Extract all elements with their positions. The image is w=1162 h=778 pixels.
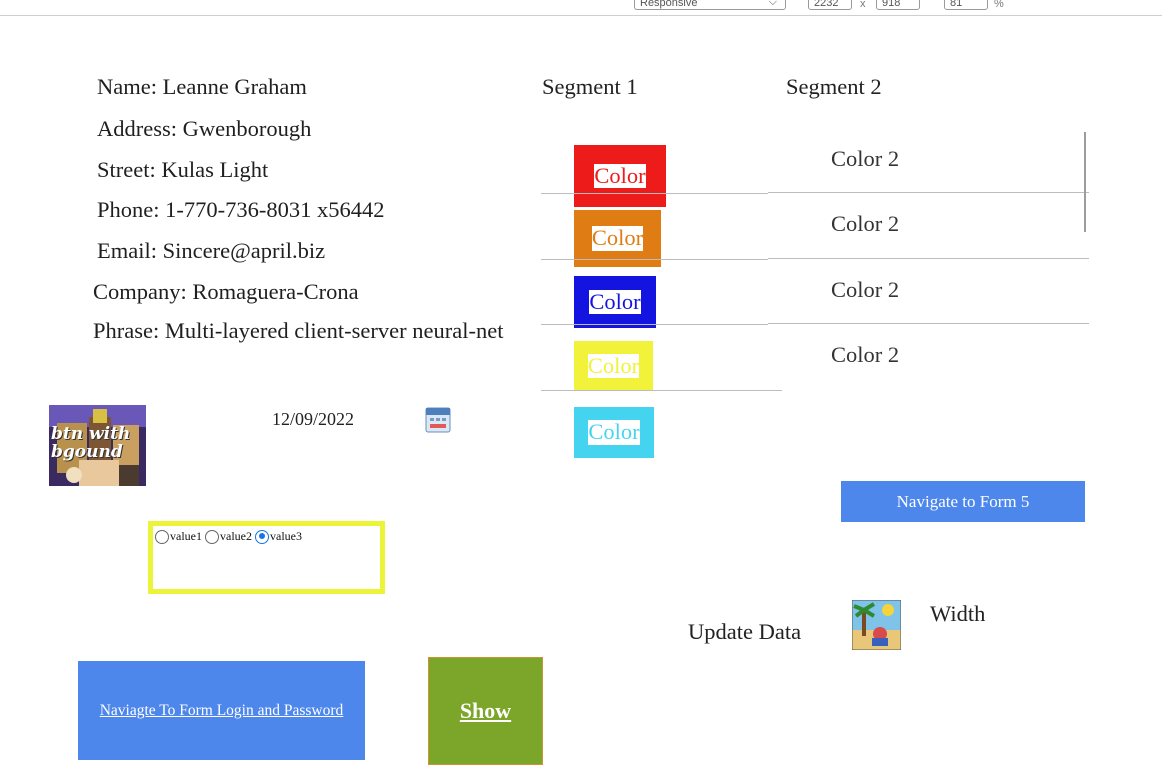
person-phone: Phone: 1-770-736-8031 x56442 <box>97 197 385 222</box>
background-image-button[interactable]: btn with bgound <box>49 405 146 486</box>
segment-2-item[interactable]: Color 2 <box>831 277 899 303</box>
person-email: Email: Sincere@april.biz <box>97 238 326 263</box>
radio-label: value1 <box>170 529 202 543</box>
beach-picture-icon[interactable] <box>852 600 901 650</box>
device-mode-select[interactable]: Responsive ⌵ <box>634 0 786 10</box>
person-street: Street: Kulas Light <box>97 157 269 182</box>
segment-2-divider <box>768 258 1089 259</box>
segment-1-divider <box>541 324 768 325</box>
segment-2-divider <box>768 192 1089 193</box>
person-company: Company: Romaguera-Crona <box>93 279 359 304</box>
segment-2-title: Segment 2 <box>786 74 882 99</box>
radio-value2[interactable] <box>205 529 219 544</box>
radio-value3[interactable] <box>255 529 269 544</box>
thumbnail-caption: btn with bgound <box>51 425 130 461</box>
update-data-label: Update Data <box>688 619 802 644</box>
person-name: Name: Leanne Graham <box>97 74 307 99</box>
zoom-percent: % <box>994 0 1004 10</box>
radio-label: value3 <box>270 529 302 543</box>
segment-2-divider <box>768 323 1089 324</box>
color-swatch-cyan[interactable]: Color <box>574 407 654 458</box>
color-swatch-label: Color <box>587 352 640 379</box>
dimension-separator: x <box>860 0 866 10</box>
radio-group: value1 value2 value3 <box>148 521 385 594</box>
segment-2-item[interactable]: Color 2 <box>831 342 899 368</box>
viewport-height-value: 918 <box>882 0 901 9</box>
segment-1-title: Segment 1 <box>542 74 638 99</box>
devtools-toolbar: Responsive ⌵ 2232 x 918 81 % <box>0 0 1162 16</box>
segment-1-divider <box>541 390 782 391</box>
color-swatch-red[interactable]: Color <box>574 145 666 207</box>
radio-label: value2 <box>220 529 252 543</box>
width-label: Width <box>930 601 986 626</box>
segment-2-scrollbar[interactable] <box>1084 132 1086 232</box>
segment-2-item[interactable]: Color 2 <box>831 146 899 172</box>
color-swatch-label: Color <box>591 225 644 251</box>
navigate-login-password-button[interactable]: Naviagte To Form Login and Password <box>78 661 365 760</box>
zoom-value: 81 <box>950 0 963 9</box>
calendar-icon[interactable] <box>425 407 451 433</box>
person-phrase: Phrase: Multi-layered client-server neur… <box>93 318 504 343</box>
person-address: Address: Gwenborough <box>97 116 312 141</box>
viewport-width-value: 2232 <box>814 0 839 9</box>
zoom-input[interactable]: 81 <box>944 0 988 10</box>
color-swatch-label: Color <box>594 162 646 189</box>
date-value: 12/09/2022 <box>272 409 355 429</box>
thumbnail-caption-line: btn with <box>51 424 131 444</box>
segment-1-divider <box>541 193 768 194</box>
radio-row: value1 value2 value3 <box>155 529 305 544</box>
color-swatch-blue[interactable]: Color <box>574 276 656 328</box>
person-phrase-container: Phrase: Multi-layered client-server neur… <box>93 318 541 352</box>
color-swatch-label: Color <box>588 419 640 445</box>
viewport-height-input[interactable]: 918 <box>876 0 920 10</box>
segment-1-divider <box>541 259 768 260</box>
color-swatch-yellow[interactable]: Color <box>574 341 653 391</box>
segment-2-item[interactable]: Color 2 <box>831 211 899 237</box>
viewport-width-input[interactable]: 2232 <box>808 0 852 10</box>
color-swatch-label: Color <box>589 288 641 315</box>
radio-value1[interactable] <box>155 529 169 544</box>
thumbnail-caption-line: bgound <box>51 442 123 462</box>
chevron-down-icon: ⌵ <box>768 0 777 8</box>
show-button[interactable]: Show <box>428 657 543 765</box>
navigate-form-5-button[interactable]: Navigate to Form 5 <box>841 481 1085 522</box>
device-mode-value: Responsive <box>640 0 698 9</box>
